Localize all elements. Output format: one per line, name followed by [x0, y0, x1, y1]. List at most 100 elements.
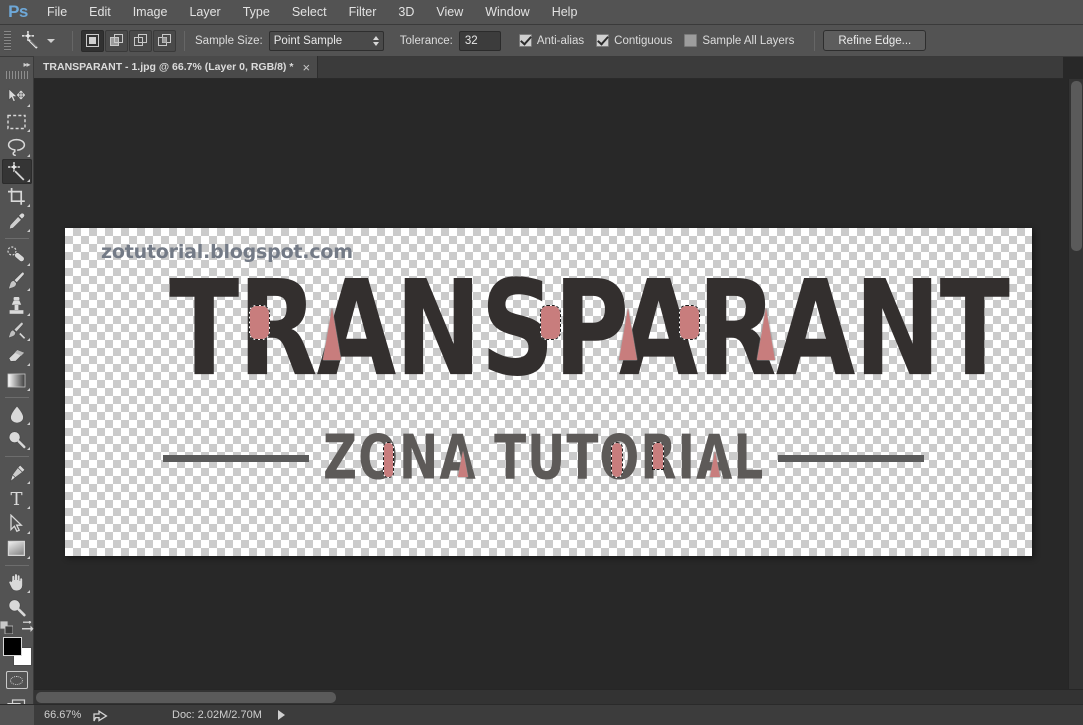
selection-region [611, 442, 623, 478]
horizontal-scrollbar-thumb[interactable] [36, 692, 336, 703]
tool-preset-chevron-down-icon[interactable] [47, 38, 55, 43]
selection-region [540, 305, 561, 340]
contiguous-checkbox[interactable]: Contiguous [596, 34, 672, 47]
eyedropper-tool[interactable] [2, 209, 32, 234]
selection-region [619, 308, 637, 360]
document-tab-title: TRANSPARANT - 1.jpg @ 66.7% (Layer 0, RG… [43, 61, 294, 73]
refine-edge-button[interactable]: Refine Edge... [823, 30, 927, 51]
close-icon[interactable]: × [302, 61, 310, 74]
contiguous-label: Contiguous [614, 34, 673, 47]
magic-wand-icon [17, 29, 43, 53]
path-selection-tool[interactable] [2, 511, 32, 536]
menu-file[interactable]: File [36, 0, 78, 25]
menu-help[interactable]: Help [541, 0, 589, 25]
color-swatches[interactable] [2, 637, 32, 667]
swap-colors-icon[interactable] [21, 621, 34, 633]
tools-panel: ▸▸ T [0, 57, 34, 725]
flyout-corner-icon [26, 288, 30, 291]
zoom-tool[interactable] [2, 595, 32, 620]
anti-alias-checkbox[interactable]: Anti-alias [518, 34, 585, 47]
menu-edit[interactable]: Edit [78, 0, 122, 25]
menu-3d[interactable]: 3D [387, 0, 425, 25]
crop-tool[interactable] [2, 184, 32, 209]
hand-tool[interactable] [2, 570, 32, 595]
intersect-with-selection-button[interactable] [153, 29, 176, 52]
document-tab-bar: TRANSPARANT - 1.jpg @ 66.7% (Layer 0, RG… [34, 56, 1063, 79]
share-arrow-icon[interactable] [90, 707, 110, 723]
foreground-color-swatch[interactable] [2, 637, 22, 656]
pen-tool[interactable] [2, 461, 32, 486]
flyout-corner-icon [26, 263, 30, 266]
document-workspace[interactable]: zotutorial.blogspot.com TRANSPARANT ZONA… [34, 79, 1063, 704]
lasso-tool[interactable] [2, 134, 32, 159]
rectangle-tool[interactable] [2, 536, 32, 561]
sample-size-select[interactable]: Point Sample [268, 30, 384, 51]
selection-region [710, 451, 720, 477]
subtract-from-selection-button[interactable] [129, 29, 152, 52]
rectangular-marquee-tool[interactable] [2, 109, 32, 134]
flyout-corner-icon [26, 506, 30, 509]
menu-layer[interactable]: Layer [178, 0, 231, 25]
new-selection-button[interactable] [81, 29, 104, 52]
tool-options-bar: Sample Size: Point Sample Tolerance: 32 … [0, 25, 1083, 57]
document-size-info: Doc: 2.02M/2.70M [172, 709, 262, 721]
sample-all-layers-label: Sample All Layers [702, 34, 795, 47]
selection-region [652, 442, 664, 470]
add-to-selection-button[interactable] [105, 29, 128, 52]
quick-mask-button[interactable] [5, 671, 28, 689]
anti-alias-label: Anti-alias [536, 34, 585, 47]
flyout-corner-icon [26, 556, 30, 559]
vertical-scrollbar[interactable] [1068, 79, 1083, 690]
vertical-scrollbar-thumb[interactable] [1071, 81, 1082, 251]
default-colors-icon[interactable] [0, 620, 13, 634]
magic-wand-tool[interactable] [1, 159, 32, 184]
tools-panel-grip[interactable] [5, 71, 28, 79]
flyout-corner-icon [26, 481, 30, 484]
zoom-level-field[interactable]: 66.67% [34, 709, 90, 721]
menu-filter[interactable]: Filter [338, 0, 388, 25]
selection-region [679, 305, 700, 340]
divider [4, 456, 29, 457]
checkbox-box [596, 34, 610, 47]
flyout-corner-icon [26, 204, 30, 207]
flyout-corner-icon [26, 338, 30, 341]
selection-mode-group [81, 29, 176, 52]
artwork-headline-text: TRANSPARANT [169, 252, 1010, 407]
checkbox-box [684, 34, 698, 47]
horizontal-scrollbar[interactable] [34, 689, 1083, 704]
artwork-subline-row: ZONA TUTORIAL [163, 423, 973, 494]
eraser-tool[interactable] [2, 343, 32, 368]
divider [4, 238, 29, 239]
history-brush-tool[interactable] [2, 318, 32, 343]
spot-healing-brush-tool[interactable] [2, 243, 32, 268]
flyout-corner-icon [26, 313, 30, 316]
menu-window[interactable]: Window [474, 0, 540, 25]
sample-all-layers-checkbox[interactable]: Sample All Layers [684, 34, 794, 47]
menu-view[interactable]: View [425, 0, 474, 25]
divider [814, 30, 816, 51]
spinner-icon[interactable] [372, 35, 379, 46]
play-triangle-icon[interactable] [277, 710, 285, 720]
brush-tool[interactable] [2, 268, 32, 293]
horizontal-type-tool[interactable]: T [2, 486, 32, 511]
flyout-corner-icon [26, 229, 30, 232]
flyout-corner-icon [26, 531, 30, 534]
tolerance-input[interactable]: 32 [458, 30, 501, 51]
clone-stamp-tool[interactable] [2, 293, 32, 318]
collapse-panel-icon[interactable]: ▸▸ [0, 57, 34, 71]
dodge-tool[interactable] [2, 427, 32, 452]
selection-region [383, 442, 394, 478]
svg-text:T: T [10, 489, 22, 508]
document-tab[interactable]: TRANSPARANT - 1.jpg @ 66.7% (Layer 0, RG… [34, 56, 319, 78]
move-tool[interactable] [2, 84, 32, 109]
image-canvas[interactable]: zotutorial.blogspot.com TRANSPARANT ZONA… [65, 228, 1032, 556]
menu-type[interactable]: Type [232, 0, 281, 25]
menu-select[interactable]: Select [281, 0, 338, 25]
checkbox-box [518, 34, 532, 47]
menu-image[interactable]: Image [122, 0, 179, 25]
options-bar-grip[interactable] [4, 30, 11, 51]
flyout-corner-icon [26, 179, 30, 182]
flyout-corner-icon [26, 363, 30, 366]
gradient-tool[interactable] [2, 368, 32, 393]
blur-tool[interactable] [2, 402, 32, 427]
